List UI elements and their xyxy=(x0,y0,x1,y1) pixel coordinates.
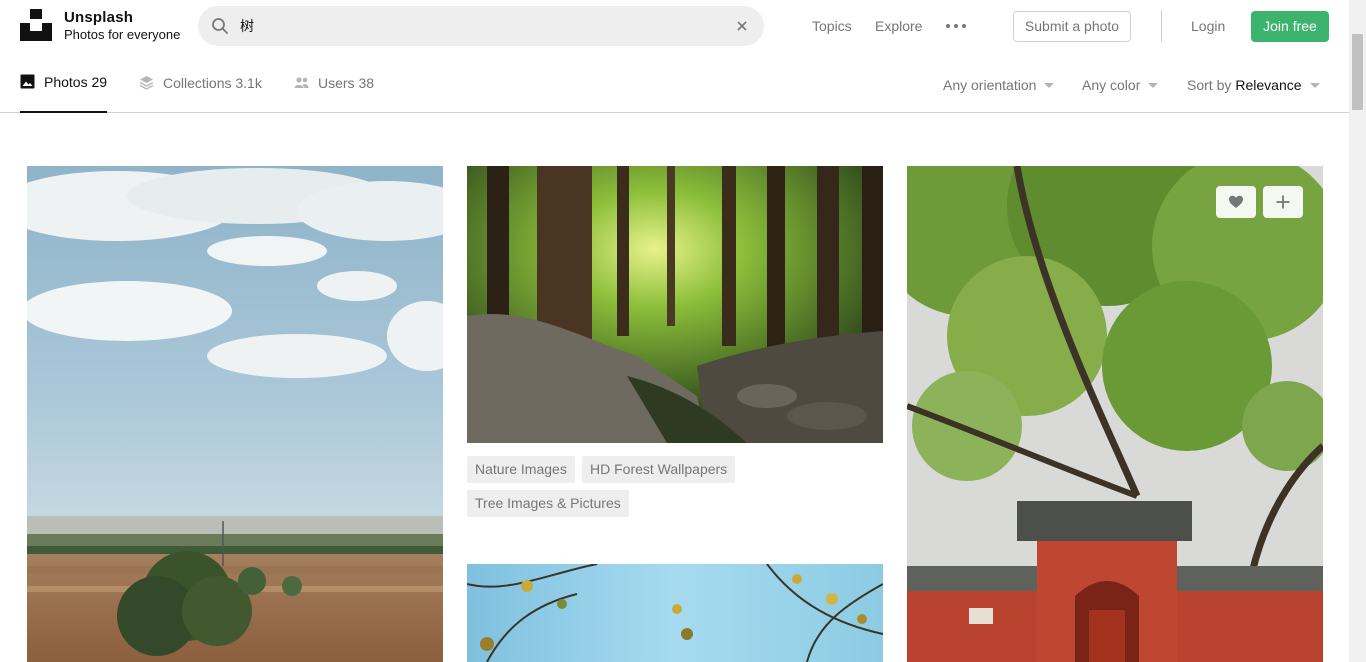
search-tabs-bar: Photos 29 Collections 3.1k Users 38 Any … xyxy=(0,52,1349,113)
tab-collections-label: Collections 3.1k xyxy=(163,74,262,91)
unsplash-search-page: Unsplash Photos for everyone Topics Expl… xyxy=(0,0,1366,662)
photo-card-forest[interactable] xyxy=(467,166,883,443)
clear-search-icon[interactable] xyxy=(734,18,750,34)
brand-tagline: Photos for everyone xyxy=(64,27,181,42)
tab-photos-label: Photos 29 xyxy=(44,73,108,90)
sort-filter[interactable]: Sort by Relevance xyxy=(1187,77,1320,93)
farmland-photo-image xyxy=(27,166,443,662)
tag-chip[interactable]: Nature Images xyxy=(467,456,575,483)
color-filter[interactable]: Any color xyxy=(1082,77,1159,93)
top-header: Unsplash Photos for everyone Topics Expl… xyxy=(0,0,1349,52)
search-bar xyxy=(198,6,764,46)
chevron-down-icon xyxy=(1309,82,1320,88)
join-free-button[interactable]: Join free xyxy=(1251,11,1329,42)
tag-chip[interactable]: Tree Images & Pictures xyxy=(467,490,629,517)
nav-topics-link[interactable]: Topics xyxy=(812,18,852,34)
unsplash-logo-icon[interactable] xyxy=(20,9,52,41)
photo-card-farmland[interactable] xyxy=(27,166,443,662)
tab-collections[interactable]: Collections 3.1k xyxy=(139,52,262,113)
plus-icon xyxy=(1276,195,1290,209)
red-gate-photo-image xyxy=(907,166,1323,662)
color-filter-label: Any color xyxy=(1082,77,1141,93)
photo-icon xyxy=(20,74,35,89)
like-button[interactable] xyxy=(1216,186,1256,218)
chevron-down-icon xyxy=(1148,82,1159,88)
page-scrollbar[interactable] xyxy=(1349,0,1366,662)
users-icon xyxy=(294,77,309,88)
forest-photo-image xyxy=(467,166,883,443)
sort-filter-prefix: Sort by xyxy=(1187,77,1232,93)
chevron-down-icon xyxy=(1044,82,1055,88)
search-input[interactable] xyxy=(240,14,710,38)
tab-users[interactable]: Users 38 xyxy=(294,52,374,113)
heart-icon xyxy=(1229,195,1243,208)
add-to-collection-button[interactable] xyxy=(1263,186,1303,218)
header-divider xyxy=(1161,10,1162,42)
nav-explore-link[interactable]: Explore xyxy=(875,18,922,34)
submit-photo-button[interactable]: Submit a photo xyxy=(1013,11,1131,42)
collections-icon xyxy=(139,76,154,90)
sort-filter-value: Relevance xyxy=(1235,77,1302,93)
photo-card-red-gate[interactable] xyxy=(907,166,1323,662)
tag-chip[interactable]: HD Forest Wallpapers xyxy=(582,456,736,483)
brand-name[interactable]: Unsplash xyxy=(64,9,133,26)
search-icon[interactable] xyxy=(211,17,229,35)
tab-photos[interactable]: Photos 29 xyxy=(20,52,108,113)
more-options-icon[interactable] xyxy=(945,18,967,34)
photo-card-branches[interactable] xyxy=(467,564,883,662)
login-link[interactable]: Login xyxy=(1191,18,1225,34)
orientation-filter-label: Any orientation xyxy=(943,77,1037,93)
scrollbar-thumb[interactable] xyxy=(1352,34,1363,110)
branches-photo-image xyxy=(467,564,883,662)
orientation-filter[interactable]: Any orientation xyxy=(943,77,1055,93)
tab-users-label: Users 38 xyxy=(318,74,375,91)
